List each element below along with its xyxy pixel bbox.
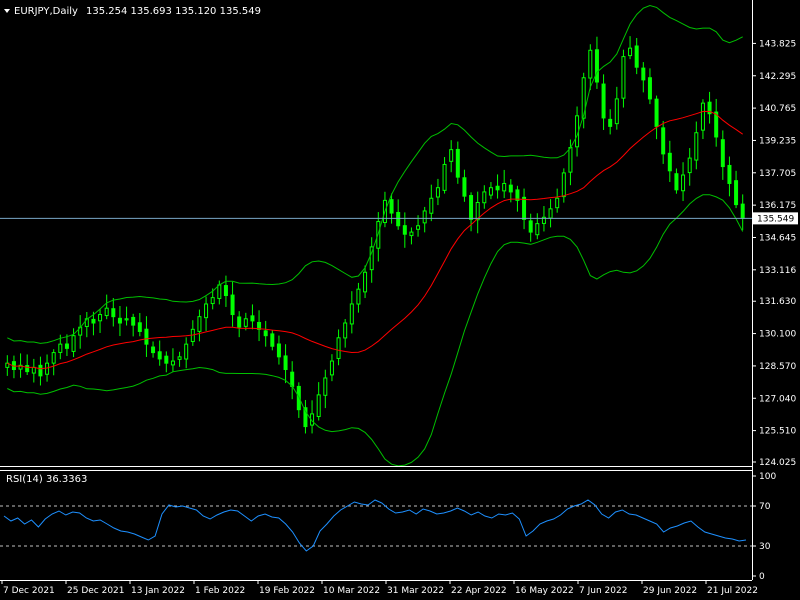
current-price-value: 135.549	[757, 214, 794, 224]
price-tick-label: 131.630	[759, 297, 796, 307]
time-tick-label: 22 Apr 2022	[451, 586, 507, 596]
time-tick-label: 21 Jul 2022	[707, 586, 758, 596]
time-tick-label: 10 Mar 2022	[323, 586, 380, 596]
price-tick-label: 133.116	[759, 266, 796, 276]
chart-background	[0, 0, 800, 600]
time-tick-label: 29 Jun 2022	[643, 586, 697, 596]
price-tick-label: 127.040	[759, 394, 796, 404]
price-tick-label: 142.295	[759, 72, 796, 82]
price-tick-label: 139.235	[759, 136, 796, 146]
time-tick-label: 1 Feb 2022	[195, 586, 245, 596]
time-tick-label: 7 Dec 2021	[3, 586, 55, 596]
time-tick-label: 31 Mar 2022	[387, 586, 444, 596]
time-tick-label: 19 Feb 2022	[259, 586, 315, 596]
rsi-tick-label: 100	[759, 472, 776, 482]
price-tick-label: 136.175	[759, 201, 796, 211]
price-tick-label: 143.825	[759, 39, 796, 49]
price-tick-label: 137.705	[759, 169, 796, 179]
rsi-tick-label: 30	[759, 542, 771, 552]
symbol-label[interactable]: EURJPY,Daily	[14, 6, 78, 17]
price-tick-label: 124.025	[759, 458, 796, 468]
time-tick-label: 25 Dec 2021	[67, 586, 125, 596]
trading-chart[interactable]: EURJPY,Daily 135.254 135.693 135.120 135…	[0, 0, 800, 600]
rsi-tick-label: 0	[759, 572, 765, 582]
price-tick-label: 128.570	[759, 362, 796, 372]
time-tick-label: 13 Jan 2022	[131, 586, 185, 596]
ohlc-values: 135.254 135.693 135.120 135.549	[86, 6, 261, 17]
rsi-tick-label: 70	[759, 502, 771, 512]
rsi-label: RSI(14) 36.3363	[6, 474, 87, 485]
price-tick-label: 125.510	[759, 427, 796, 437]
price-tick-label: 140.765	[759, 104, 796, 114]
time-tick-label: 7 Jun 2022	[579, 586, 627, 596]
price-tick-label: 134.645	[759, 233, 796, 243]
price-tick-label: 130.100	[759, 330, 796, 340]
time-tick-label: 16 May 2022	[515, 586, 574, 596]
